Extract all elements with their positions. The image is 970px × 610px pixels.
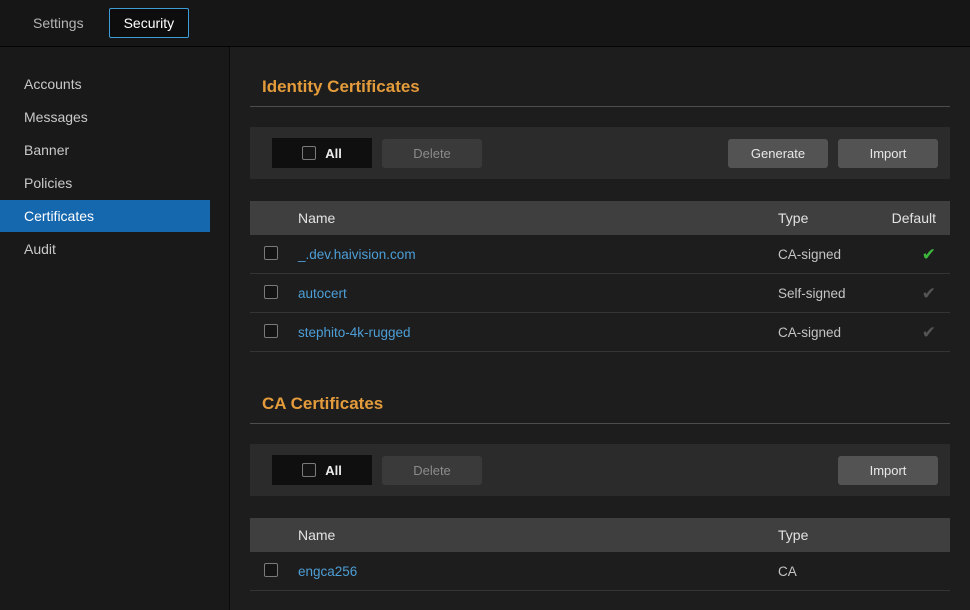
- ca-certificates-table: Name Type engca256 CA: [250, 518, 950, 591]
- identity-toolbar: All Delete Generate Import: [250, 127, 950, 179]
- tab-settings[interactable]: Settings: [18, 8, 99, 38]
- identity-section-title: Identity Certificates: [262, 77, 950, 97]
- row-checkbox[interactable]: [264, 324, 278, 338]
- ca-section-title: CA Certificates: [262, 394, 950, 414]
- identity-import-button[interactable]: Import: [838, 139, 938, 168]
- ca-import-button[interactable]: Import: [838, 456, 938, 485]
- default-check-icon[interactable]: ✔: [922, 323, 936, 342]
- sidebar: Accounts Messages Banner Policies Certif…: [0, 47, 230, 610]
- identity-certificates-section: Identity Certificates All Delete Generat…: [250, 77, 950, 352]
- header-type: Type: [778, 527, 868, 543]
- topbar: Settings Security: [0, 0, 970, 47]
- ca-select-all[interactable]: All: [272, 455, 372, 485]
- certificate-link[interactable]: stephito-4k-rugged: [298, 325, 778, 340]
- sidebar-item-policies[interactable]: Policies: [0, 167, 229, 199]
- table-header: Name Type Default: [250, 201, 950, 235]
- certificate-link[interactable]: autocert: [298, 286, 778, 301]
- main-content: Identity Certificates All Delete Generat…: [230, 47, 970, 610]
- tab-security[interactable]: Security: [109, 8, 190, 38]
- table-row: engca256 CA: [250, 552, 950, 591]
- sidebar-item-accounts[interactable]: Accounts: [0, 68, 229, 100]
- certificate-type: CA-signed: [778, 247, 868, 262]
- sidebar-item-certificates[interactable]: Certificates: [0, 200, 210, 232]
- certificate-type: CA-signed: [778, 325, 868, 340]
- row-checkbox[interactable]: [264, 285, 278, 299]
- ca-delete-button[interactable]: Delete: [382, 456, 482, 485]
- certificate-type: CA: [778, 564, 868, 579]
- header-name: Name: [298, 527, 778, 543]
- default-check-icon[interactable]: ✔: [922, 245, 936, 264]
- header-type: Type: [778, 210, 868, 226]
- section-divider: [250, 423, 950, 424]
- section-gap: [250, 366, 950, 380]
- select-all-label: All: [325, 146, 342, 161]
- select-all-checkbox[interactable]: [302, 463, 316, 477]
- select-all-label: All: [325, 463, 342, 478]
- sidebar-item-messages[interactable]: Messages: [0, 101, 229, 133]
- section-divider: [250, 106, 950, 107]
- ca-certificates-section: CA Certificates All Delete Import Name T…: [250, 394, 950, 591]
- identity-delete-button[interactable]: Delete: [382, 139, 482, 168]
- identity-generate-button[interactable]: Generate: [728, 139, 828, 168]
- table-header: Name Type: [250, 518, 950, 552]
- header-default: Default: [868, 210, 950, 226]
- table-row: stephito-4k-rugged CA-signed ✔: [250, 313, 950, 352]
- select-all-checkbox[interactable]: [302, 146, 316, 160]
- ca-toolbar: All Delete Import: [250, 444, 950, 496]
- certificate-link[interactable]: _.dev.haivision.com: [298, 247, 778, 262]
- table-row: _.dev.haivision.com CA-signed ✔: [250, 235, 950, 274]
- identity-certificates-table: Name Type Default _.dev.haivision.com CA…: [250, 201, 950, 352]
- table-row: autocert Self-signed ✔: [250, 274, 950, 313]
- row-checkbox[interactable]: [264, 246, 278, 260]
- certificate-link[interactable]: engca256: [298, 564, 778, 579]
- header-name: Name: [298, 210, 778, 226]
- row-checkbox[interactable]: [264, 563, 278, 577]
- default-check-icon[interactable]: ✔: [922, 284, 936, 303]
- certificate-type: Self-signed: [778, 286, 868, 301]
- identity-select-all[interactable]: All: [272, 138, 372, 168]
- sidebar-item-audit[interactable]: Audit: [0, 233, 229, 265]
- sidebar-item-banner[interactable]: Banner: [0, 134, 229, 166]
